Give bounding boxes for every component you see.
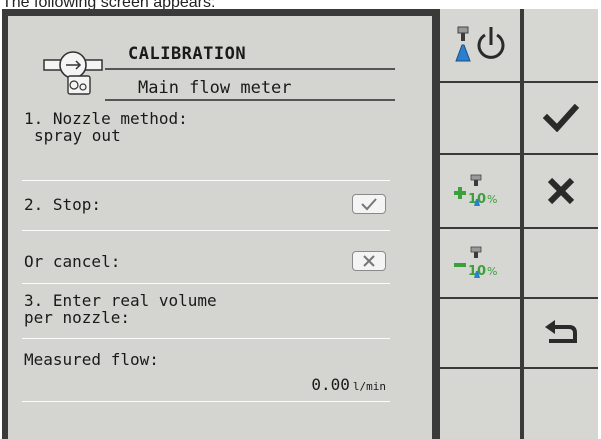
back-button[interactable]	[524, 299, 598, 367]
check-icon	[543, 104, 579, 132]
screen-subtitle: Main flow meter	[138, 78, 292, 98]
empty-softkey[interactable]	[440, 369, 520, 439]
flow-meter-icon	[43, 51, 103, 95]
empty-softkey[interactable]	[440, 299, 520, 367]
power-toggle-button[interactable]	[440, 9, 520, 81]
power-tank-icon	[455, 26, 505, 62]
cancel-checkbox[interactable]	[352, 251, 386, 271]
screen-title: CALIBRATION	[128, 44, 247, 64]
increase-10-percent-button[interactable]: 10 %	[440, 155, 520, 227]
empty-softkey[interactable]	[440, 83, 520, 153]
x-icon	[547, 177, 575, 205]
plus-10-percent-icon: 10 %	[454, 174, 497, 207]
stop-checkbox[interactable]	[352, 194, 386, 214]
measured-flow-value: 0.00	[311, 375, 350, 394]
step3-line1: 3. Enter real volume	[24, 291, 217, 310]
empty-softkey[interactable]	[524, 369, 598, 439]
divider	[22, 180, 390, 181]
step2-label: 2. Stop:	[24, 195, 102, 214]
empty-softkey[interactable]	[524, 9, 598, 81]
step3-line2: per nozzle:	[24, 308, 130, 327]
divider	[22, 283, 390, 284]
divider	[22, 401, 390, 402]
cancel-button[interactable]	[524, 155, 598, 227]
empty-softkey[interactable]	[524, 229, 598, 297]
svg-text:%: %	[487, 265, 497, 278]
divider	[22, 338, 390, 339]
measured-flow-field[interactable]: 0.00 l/min	[311, 375, 386, 394]
confirm-button[interactable]	[524, 83, 598, 153]
check-icon	[361, 198, 377, 211]
x-icon	[363, 255, 375, 267]
step1-label: 1. Nozzle method:	[24, 109, 188, 128]
measured-flow-label: Measured flow:	[24, 350, 159, 369]
decrease-10-percent-button[interactable]: 10 %	[440, 229, 520, 297]
minus-10-percent-icon: 10 %	[454, 246, 497, 279]
divider	[22, 230, 390, 231]
svg-text:%: %	[487, 193, 497, 206]
cancel-label: Or cancel:	[24, 252, 121, 271]
step1-value: spray out	[34, 126, 121, 145]
measured-flow-unit: l/min	[352, 380, 386, 393]
title-underline	[105, 68, 395, 70]
subtitle-underline	[105, 99, 395, 101]
return-arrow-icon	[545, 320, 577, 343]
